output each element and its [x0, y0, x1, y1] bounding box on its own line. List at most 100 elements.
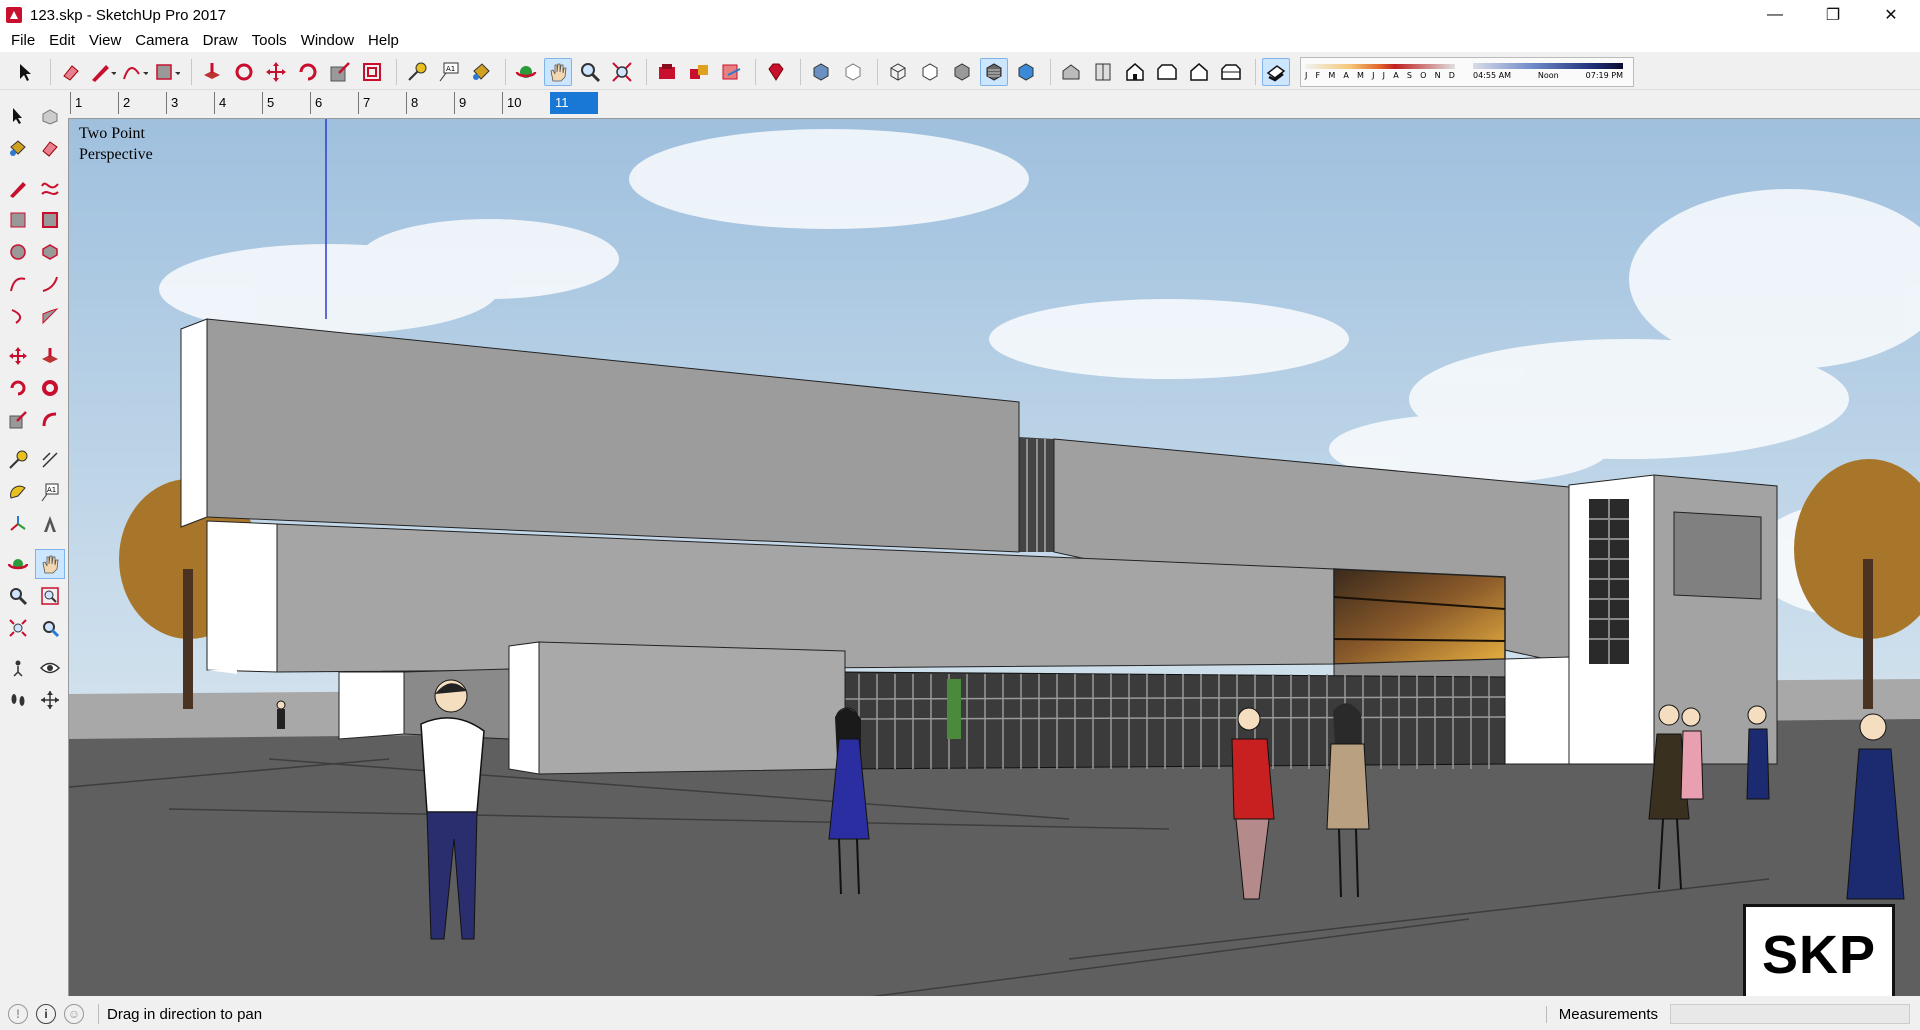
- top-view-button[interactable]: [1089, 58, 1117, 86]
- zoom-tool-button[interactable]: [576, 58, 604, 86]
- geolocation-icon[interactable]: !: [8, 1004, 28, 1024]
- arc-tool[interactable]: [3, 269, 33, 299]
- credits-icon[interactable]: i: [36, 1004, 56, 1024]
- scene-tab-5[interactable]: 5: [262, 92, 310, 114]
- text-tool-button[interactable]: A1: [435, 58, 463, 86]
- iso-view-button[interactable]: [1057, 58, 1085, 86]
- wireframe-button[interactable]: [884, 58, 912, 86]
- right-view-button[interactable]: [1153, 58, 1181, 86]
- back-edges-button[interactable]: [839, 58, 867, 86]
- left-view-button[interactable]: [1217, 58, 1245, 86]
- front-view-button[interactable]: [1121, 58, 1149, 86]
- section-plane-tool[interactable]: [35, 685, 65, 715]
- hidden-line-button[interactable]: [916, 58, 944, 86]
- maximize-button[interactable]: ❐: [1804, 0, 1862, 30]
- tape-measure-tool[interactable]: [3, 445, 33, 475]
- date-slider[interactable]: J F M A M J J A S O N D: [1305, 59, 1465, 85]
- scene-tab-1[interactable]: 1: [70, 92, 118, 114]
- freehand-tool[interactable]: [35, 173, 65, 203]
- dimension-tool[interactable]: [35, 445, 65, 475]
- xray-style-button[interactable]: [807, 58, 835, 86]
- scene-tab-3[interactable]: 3: [166, 92, 214, 114]
- close-button[interactable]: ✕: [1862, 0, 1920, 30]
- measurements-input[interactable]: [1670, 1004, 1910, 1024]
- line-tool-button[interactable]: [89, 58, 117, 86]
- orbit-tool[interactable]: [3, 549, 33, 579]
- make-component-tool[interactable]: [35, 101, 65, 131]
- follow-me-button[interactable]: [230, 58, 258, 86]
- scene-tab-2[interactable]: 2: [118, 92, 166, 114]
- eraser-tool-button[interactable]: [57, 58, 85, 86]
- date-slider-track[interactable]: [1305, 63, 1455, 69]
- line-tool[interactable]: [3, 173, 33, 203]
- scene-tab-6[interactable]: 6: [310, 92, 358, 114]
- push-pull-tool[interactable]: [35, 341, 65, 371]
- scene-tab-10[interactable]: 10: [502, 92, 550, 114]
- extension-warehouse-button[interactable]: [762, 58, 790, 86]
- menu-draw[interactable]: Draw: [196, 30, 245, 52]
- model-viewport[interactable]: Two Point Perspective SKP: [68, 118, 1920, 996]
- pan-tool-button[interactable]: [544, 57, 572, 86]
- offset-tool-button[interactable]: [358, 58, 386, 86]
- user-account-icon[interactable]: ☺: [64, 1004, 84, 1024]
- paint-bucket-button[interactable]: [467, 58, 495, 86]
- time-slider[interactable]: 04:55 AM Noon 07:19 PM: [1473, 59, 1629, 85]
- menu-tools[interactable]: Tools: [245, 30, 294, 52]
- offset-tool[interactable]: [35, 405, 65, 435]
- orbit-tool-button[interactable]: [512, 58, 540, 86]
- scene-tab-9[interactable]: 9: [454, 92, 502, 114]
- tape-measure-button[interactable]: [403, 58, 431, 86]
- protractor-tool[interactable]: [3, 477, 33, 507]
- pie-tool[interactable]: [35, 301, 65, 331]
- zoom-window-tool[interactable]: [35, 581, 65, 611]
- rotate-tool[interactable]: [3, 373, 33, 403]
- shaded-textures-button[interactable]: [980, 57, 1008, 86]
- arc-tool-button[interactable]: [121, 58, 149, 86]
- menu-help[interactable]: Help: [361, 30, 406, 52]
- paint-bucket-tool[interactable]: [3, 133, 33, 163]
- rectangle-tool[interactable]: [3, 205, 33, 235]
- menu-edit[interactable]: Edit: [42, 30, 82, 52]
- pan-tool[interactable]: [35, 549, 65, 579]
- position-camera-tool[interactable]: [3, 653, 33, 683]
- menu-view[interactable]: View: [82, 30, 128, 52]
- warehouse-button[interactable]: [653, 58, 681, 86]
- scale-tool[interactable]: [3, 405, 33, 435]
- display-shadows-button[interactable]: [1262, 57, 1290, 86]
- circle-tool[interactable]: [3, 237, 33, 267]
- back-view-button[interactable]: [1185, 58, 1213, 86]
- move-tool-button[interactable]: [262, 58, 290, 86]
- two-point-arc-tool[interactable]: [35, 269, 65, 299]
- eraser-tool[interactable]: [35, 133, 65, 163]
- previous-view-tool[interactable]: [35, 613, 65, 643]
- look-around-tool[interactable]: [35, 653, 65, 683]
- push-pull-button[interactable]: [198, 58, 226, 86]
- three-point-arc-tool[interactable]: [3, 301, 33, 331]
- shaded-button[interactable]: [948, 58, 976, 86]
- monochrome-button[interactable]: [1012, 58, 1040, 86]
- zoom-extents-tool[interactable]: [3, 613, 33, 643]
- share-model-button[interactable]: [685, 58, 713, 86]
- scene-tab-8[interactable]: 8: [406, 92, 454, 114]
- select-tool-button[interactable]: [12, 58, 40, 86]
- select-tool[interactable]: [3, 101, 33, 131]
- move-tool[interactable]: [3, 341, 33, 371]
- share-component-button[interactable]: [717, 58, 745, 86]
- rotate-tool-button[interactable]: [294, 58, 322, 86]
- axes-tool[interactable]: [3, 509, 33, 539]
- menu-camera[interactable]: Camera: [128, 30, 195, 52]
- text-tool[interactable]: A1: [35, 477, 65, 507]
- scale-tool-button[interactable]: [326, 58, 354, 86]
- 3d-text-tool[interactable]: [35, 509, 65, 539]
- zoom-tool[interactable]: [3, 581, 33, 611]
- menu-file[interactable]: File: [4, 30, 42, 52]
- walk-tool[interactable]: [3, 685, 33, 715]
- time-slider-track[interactable]: [1473, 63, 1623, 69]
- polygon-tool[interactable]: [35, 237, 65, 267]
- zoom-extents-button[interactable]: [608, 58, 636, 86]
- scene-tab-11[interactable]: 11: [550, 92, 598, 114]
- rotated-rectangle-tool[interactable]: [35, 205, 65, 235]
- minimize-button[interactable]: —: [1746, 0, 1804, 30]
- scene-tab-7[interactable]: 7: [358, 92, 406, 114]
- scene-tab-4[interactable]: 4: [214, 92, 262, 114]
